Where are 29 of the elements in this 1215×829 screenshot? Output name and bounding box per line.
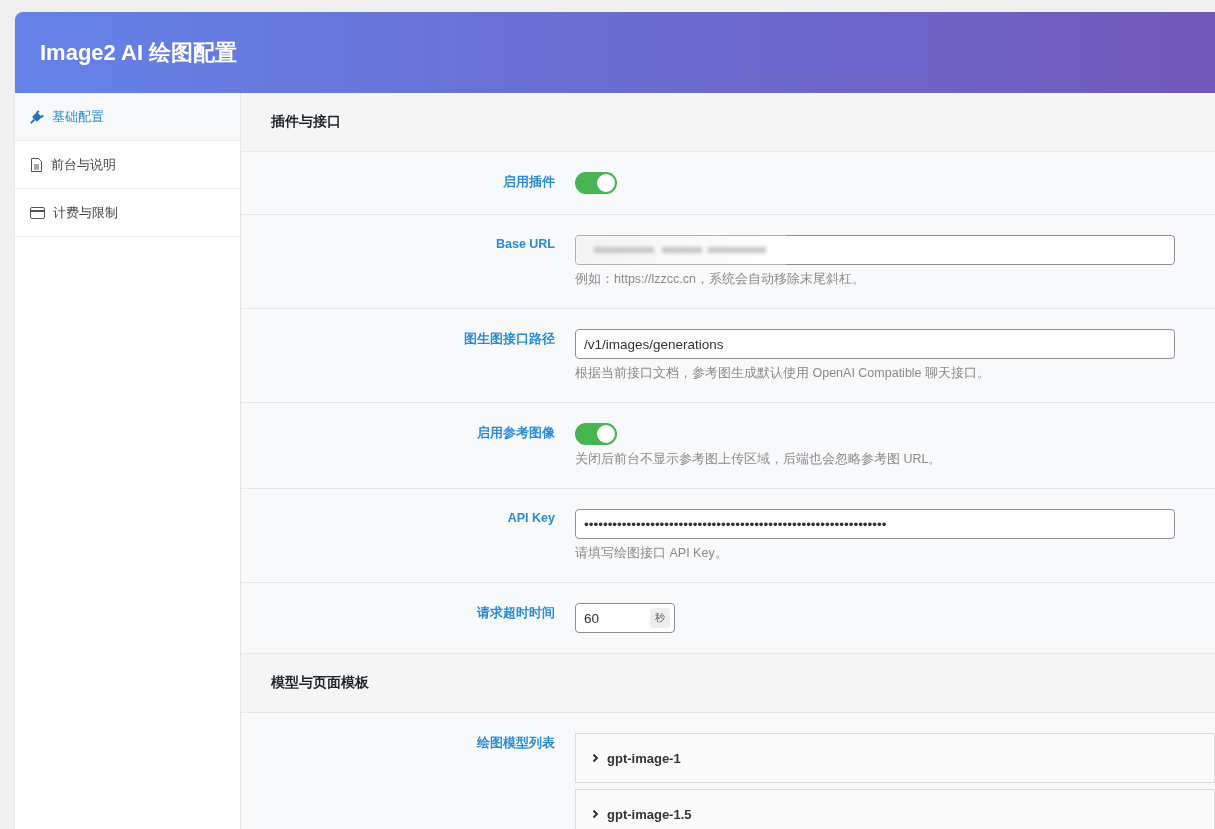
text-input[interactable]: /v1/images/generations	[575, 329, 1175, 359]
sidebar-item[interactable]: 计费与限制	[15, 189, 240, 237]
document-icon	[30, 157, 43, 172]
model-item[interactable]: gpt-image-1.5	[575, 789, 1215, 829]
help-text: 根据当前接口文档，参考图生成默认使用 OpenAI Compatible 聊天接口。	[575, 365, 992, 382]
field-label: 绘图模型列表	[477, 735, 555, 752]
unit-label: 秒	[650, 608, 670, 628]
help-text: 请填写绘图接口 API Key。	[575, 545, 729, 562]
url-input[interactable]	[575, 235, 1175, 265]
model-item[interactable]: gpt-image-1	[575, 733, 1215, 783]
help-text: 例如：https://lzzcc.cn，系统会自动移除末尾斜杠。	[575, 271, 866, 288]
sidebar-item[interactable]: 基础配置	[15, 93, 240, 141]
field-label: 图生图接口路径	[464, 331, 555, 348]
help-text: 关闭后前台不显示参考图上传区域，后端也会忽略参考图 URL。	[575, 451, 943, 468]
section-title: 模型与页面模板	[271, 674, 369, 692]
card-icon	[30, 206, 45, 219]
page-title: Image2 AI 绘图配置	[40, 38, 238, 67]
number-input[interactable]: 60 秒	[575, 603, 675, 633]
field-label: Base URL	[495, 236, 555, 251]
section-title: 插件与接口	[271, 113, 341, 131]
text-input[interactable]: ••••••••••••••••••••••••••••••••••••••••••••••••••••••••••••••••	[575, 509, 1175, 539]
plug-icon	[30, 109, 44, 124]
field-label: API Key	[507, 510, 555, 525]
field-label: 请求超时时间	[477, 605, 555, 622]
sidebar-item[interactable]: 前台与说明	[15, 141, 240, 189]
toggle-switch[interactable]	[575, 172, 617, 194]
field-label: 启用插件	[503, 173, 555, 191]
field-label: 启用参考图像	[477, 424, 555, 442]
toggle-switch[interactable]	[575, 423, 617, 445]
